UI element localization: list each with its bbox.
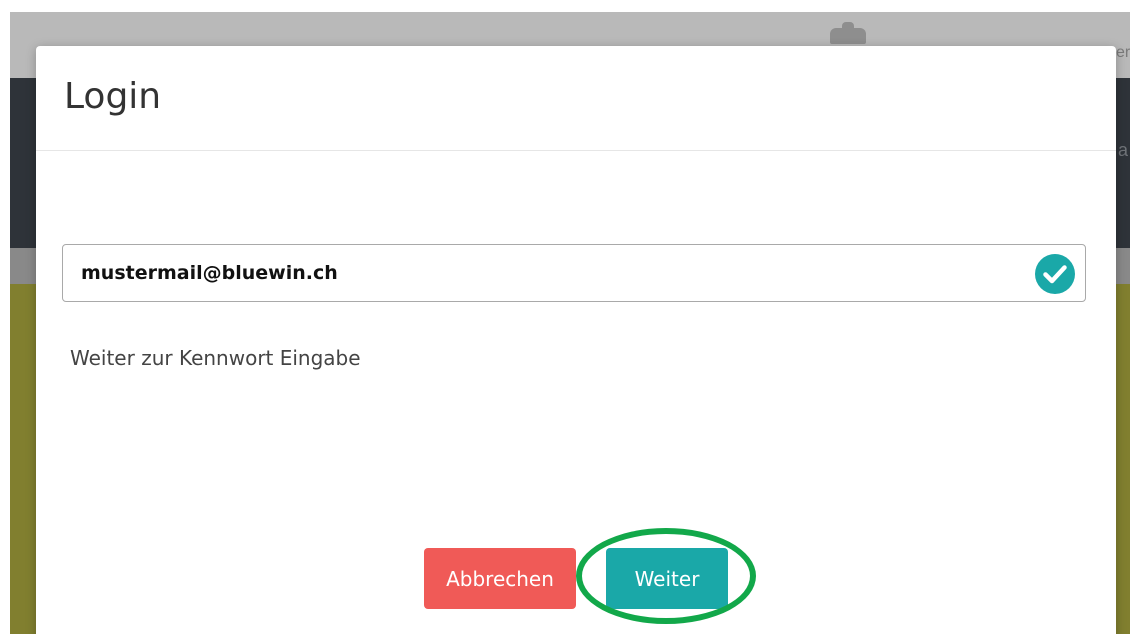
- modal-header: Login: [36, 46, 1116, 151]
- email-input[interactable]: [81, 245, 1021, 301]
- background-edge-mark: a: [1118, 140, 1129, 160]
- hint-text: Weiter zur Kennwort Eingabe: [70, 346, 361, 370]
- email-field[interactable]: [62, 244, 1086, 302]
- cancel-button[interactable]: Abbrechen: [424, 548, 576, 609]
- next-button[interactable]: Weiter: [606, 548, 728, 609]
- modal-title: Login: [64, 76, 162, 117]
- check-circle-icon: [1035, 254, 1075, 294]
- briefcase-icon: [830, 22, 866, 44]
- login-modal: Login Weiter zur Kennwort Eingabe Abbrec…: [36, 46, 1116, 634]
- page: er a Login Weiter zur Kennwort Eingabe A…: [0, 0, 1130, 634]
- background-edge-text: er: [1116, 44, 1130, 61]
